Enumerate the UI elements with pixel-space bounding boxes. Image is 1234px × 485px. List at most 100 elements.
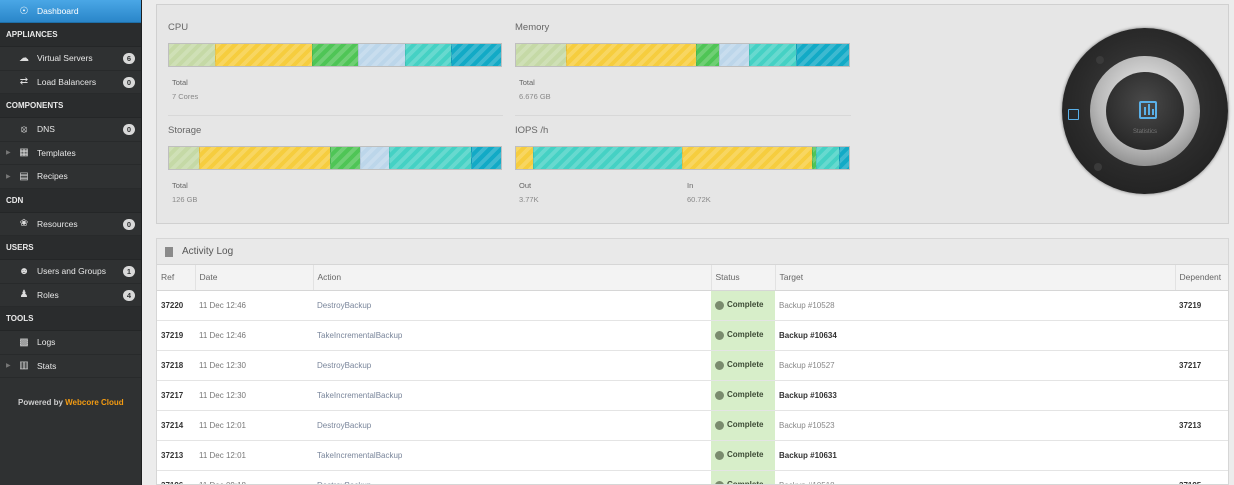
sidebar-item-label: Templates	[37, 147, 76, 158]
iops-meter: IOPS /h Out 3.77K In 60.72K	[515, 125, 851, 205]
statistics-dial[interactable]: Statistics	[1062, 28, 1228, 194]
status-text: Complete	[727, 480, 764, 485]
sidebar-item-templates[interactable]: ▶ ▦ Templates	[0, 142, 141, 165]
sidebar-item-users-and-groups[interactable]: ☻ Users and Groups 1	[0, 260, 141, 284]
meter-segment	[838, 147, 849, 169]
meter-segment	[389, 147, 472, 169]
table-header-row: Ref Date Action Status Target Dependent	[157, 265, 1228, 291]
row-status: Complete	[711, 470, 775, 485]
memory-bar	[515, 43, 850, 67]
storage-value: 126 GB	[172, 195, 198, 204]
meter-segment	[516, 147, 533, 169]
row-target-link[interactable]: Backup #10527	[775, 350, 1175, 381]
dial-dot[interactable]	[1096, 56, 1104, 64]
cpu-meter: CPU Total 7 Cores	[168, 22, 503, 102]
row-target-link[interactable]: Backup #10528	[775, 290, 1175, 321]
row-action-link[interactable]: DestroyBackup	[313, 410, 711, 441]
row-action-link[interactable]: TakeIncrementalBackup	[313, 320, 711, 351]
meter-title: CPU	[168, 22, 189, 33]
users-icon: ☻	[18, 265, 30, 277]
column-header-dependent[interactable]: Dependent	[1175, 265, 1228, 291]
row-dependent: 37213	[1175, 410, 1228, 441]
table-row[interactable]: 37219 11 Dec 12:46 TakeIncrementalBackup Co…	[157, 320, 1228, 351]
storage-bar	[168, 146, 502, 170]
brand-link[interactable]: Webcore Cloud	[65, 398, 124, 407]
meter-segment	[169, 147, 199, 169]
table-row[interactable]: 37220 11 Dec 12:46 DestroyBackup Complete Ba…	[157, 290, 1228, 321]
expand-arrow-icon[interactable]: ▶	[6, 362, 11, 369]
compass-icon: ⦻	[20, 123, 28, 135]
meter-segment	[471, 147, 501, 169]
book-icon: ▤	[19, 170, 29, 182]
status-text: Complete	[727, 360, 764, 370]
meter-segment	[311, 44, 359, 66]
sidebar-item-label: Stats	[37, 360, 57, 371]
sidebar-item-roles[interactable]: ♟ Roles 4	[0, 284, 141, 307]
row-target-link[interactable]: Backup #10634	[775, 320, 1175, 351]
row-action-link[interactable]: DestroyBackup	[313, 350, 711, 381]
row-dependent: 37195	[1175, 470, 1228, 484]
row-dependent: 37217	[1175, 350, 1228, 381]
memory-meter: Memory Total 6.676 GB	[515, 22, 851, 102]
meter-title: Memory	[515, 22, 550, 33]
table-row[interactable]: 37217 11 Dec 12:30 TakeIncrementalBackup Co…	[157, 380, 1228, 411]
cpu-caption: Total	[172, 78, 188, 87]
bar-chart-icon	[1139, 101, 1157, 119]
column-header-target[interactable]: Target	[775, 265, 1176, 291]
sidebar-item-dashboard[interactable]: ☉ Dashboard	[0, 0, 141, 23]
check-circle-icon	[715, 450, 724, 460]
column-header-ref[interactable]: Ref	[157, 265, 196, 291]
dial-dot[interactable]	[1094, 163, 1102, 171]
sidebar-item-dns[interactable]: ⦻ DNS 0	[0, 118, 141, 142]
row-ref: 37218	[157, 350, 195, 381]
table-row[interactable]: 37218 11 Dec 12:30 DestroyBackup Complete Ba…	[157, 350, 1228, 381]
row-action-link[interactable]: TakeIncrementalBackup	[313, 380, 711, 411]
row-action-link[interactable]: DestroyBackup	[313, 470, 711, 484]
section-components: COMPONENTS	[0, 94, 141, 118]
activity-table: Ref Date Action Status Target Dependent …	[157, 265, 1228, 485]
sidebar-item-label: Resources	[37, 218, 78, 229]
column-header-status[interactable]: Status	[711, 265, 776, 291]
bar-chart-icon: ▥	[19, 360, 29, 372]
row-date: 11 Dec 12:46	[195, 290, 313, 321]
table-row[interactable]: 37196 11 Dec 09:18 DestroyBackup Complete Ba…	[157, 470, 1228, 485]
sidebar-item-logs[interactable]: ▩ Logs	[0, 331, 141, 355]
row-target-link[interactable]: Backup #10518	[775, 470, 1175, 484]
sidebar-item-recipes[interactable]: ▶ ▤ Recipes	[0, 165, 141, 189]
iops-in-caption: In	[687, 181, 694, 190]
count-badge: 1	[123, 266, 135, 277]
row-ref: 37217	[157, 380, 195, 411]
expand-arrow-icon[interactable]: ▶	[6, 149, 11, 156]
row-target-link[interactable]: Backup #10633	[775, 380, 1175, 411]
column-header-action[interactable]: Action	[313, 265, 712, 291]
sidebar: ☉ Dashboard APPLIANCES ☁ Virtual Servers…	[0, 0, 142, 485]
divider	[168, 115, 503, 116]
row-target-link[interactable]: Backup #10631	[775, 440, 1175, 471]
row-status: Complete	[711, 320, 775, 351]
meter-segment	[565, 44, 696, 66]
row-action-link[interactable]: TakeIncrementalBackup	[313, 440, 711, 471]
sidebar-item-label: Roles	[37, 289, 59, 300]
sidebar-item-virtual-servers[interactable]: ☁ Virtual Servers 6	[0, 47, 141, 71]
row-target-link[interactable]: Backup #10523	[775, 410, 1175, 441]
sidebar-item-resources[interactable]: ❀ Resources 0	[0, 213, 141, 236]
row-date: 11 Dec 09:18	[195, 470, 313, 484]
row-date: 11 Dec 12:01	[195, 410, 313, 441]
row-dependent	[1175, 440, 1228, 471]
meter-segment	[719, 44, 750, 66]
sidebar-item-stats[interactable]: ▶ ▥ Stats	[0, 355, 141, 378]
column-header-date[interactable]: Date	[195, 265, 314, 291]
activity-log-title: Activity Log	[182, 246, 234, 257]
expand-arrow-icon[interactable]: ▶	[6, 173, 11, 180]
count-badge: 6	[123, 53, 135, 64]
table-row[interactable]: 37214 11 Dec 12:01 DestroyBackup Complete Ba…	[157, 410, 1228, 441]
meter-segment	[359, 147, 390, 169]
row-action-link[interactable]: DestroyBackup	[313, 290, 711, 321]
table-row[interactable]: 37213 11 Dec 12:01 TakeIncrementalBackup Co…	[157, 440, 1228, 471]
cpu-value: 7 Cores	[172, 92, 199, 101]
chart-icon[interactable]	[1068, 109, 1079, 120]
sidebar-item-load-balancers[interactable]: ⇄ Load Balancers 0	[0, 71, 141, 94]
shuffle-icon: ⇄	[19, 76, 29, 88]
row-dependent	[1175, 320, 1228, 351]
storage-caption: Total	[172, 181, 188, 190]
